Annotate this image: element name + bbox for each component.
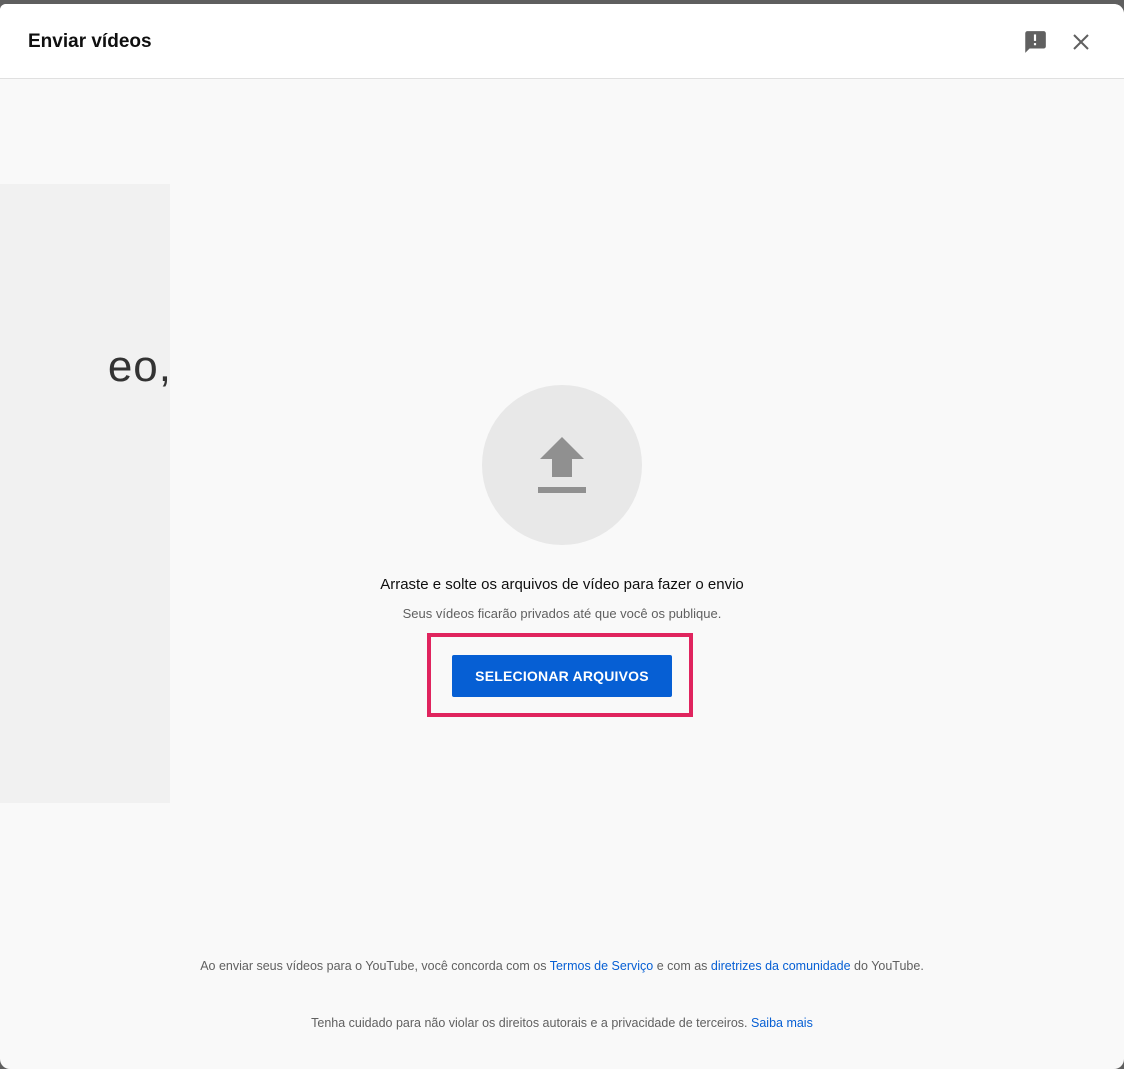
- learn-more-link[interactable]: Saiba mais: [751, 1016, 813, 1030]
- left-panel-text: eo,: [107, 342, 170, 391]
- upload-drop-zone[interactable]: [482, 385, 642, 545]
- upload-dialog: Enviar vídeos eo, Arraste e solte os arq…: [0, 4, 1124, 1069]
- copyright-notice-text: Tenha cuidado para não violar os direito…: [311, 1016, 751, 1030]
- privacy-note: Seus vídeos ficarão privados até que voc…: [402, 606, 722, 621]
- terms-notice-middle: e com as: [653, 959, 711, 973]
- drag-drop-instruction: Arraste e solte os arquivos de vídeo par…: [380, 576, 744, 593]
- dialog-title: Enviar vídeos: [28, 31, 152, 52]
- terms-notice-prefix: Ao enviar seus vídeos para o YouTube, vo…: [200, 959, 550, 973]
- community-guidelines-link[interactable]: diretrizes da comunidade: [711, 959, 851, 973]
- dialog-header: Enviar vídeos: [0, 4, 1124, 79]
- terms-notice-suffix: do YouTube.: [850, 959, 924, 973]
- terms-of-service-link[interactable]: Termos de Serviço: [550, 959, 654, 973]
- feedback-icon[interactable]: [1022, 29, 1048, 55]
- left-preview-panel: eo,: [0, 184, 170, 803]
- upload-arrow-icon: [536, 433, 588, 497]
- select-files-button[interactable]: SELECIONAR ARQUIVOS: [452, 655, 672, 697]
- terms-notice: Ao enviar seus vídeos para o YouTube, vo…: [0, 959, 1124, 973]
- close-icon[interactable]: [1070, 31, 1092, 53]
- copyright-notice: Tenha cuidado para não violar os direito…: [0, 1016, 1124, 1030]
